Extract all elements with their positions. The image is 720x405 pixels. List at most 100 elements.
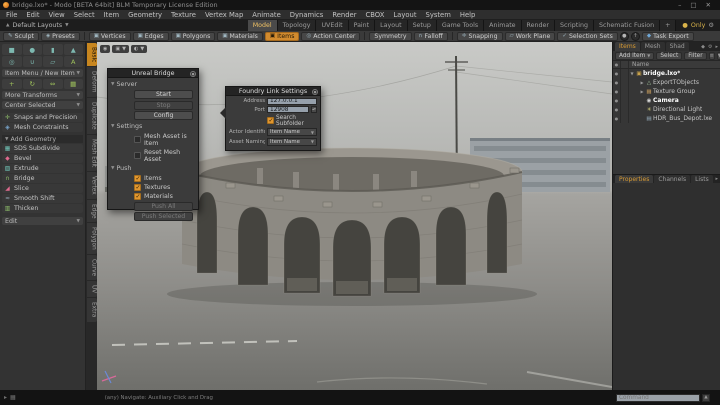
plane-tool-icon[interactable]: ▱ [43,56,63,67]
list-options-button[interactable]: ≡ [709,52,715,60]
config-button[interactable]: Config [134,111,193,120]
transform-tool-icon[interactable]: ▦ [64,79,84,89]
menu-animate[interactable]: Animate [252,11,280,19]
tab-add-layout[interactable]: + [660,20,676,31]
start-button[interactable]: Start [134,90,193,99]
tree-row-texture-group[interactable]: ● ▶ ▦ Texture Group [613,87,720,96]
toolbox-tab-edge[interactable]: Edge [87,200,97,223]
snaps-precision-button[interactable]: ✛ Snaps and Precision [2,113,83,122]
reset-mesh-asset-row[interactable]: Reset Mesh Asset [134,149,194,163]
settings-section-header[interactable]: ▼ Settings [108,120,198,131]
3d-viewport[interactable]: ◉ ▣▼ ◐▼ Unreal Bridge ● ▼ Server Start S… [97,42,612,390]
tool-bevel[interactable]: ◆Bevel [2,154,83,163]
search-subfolder-checkbox[interactable] [267,117,274,124]
snapping-button[interactable]: ✛Snapping [457,32,503,41]
tab-schematic-fusion[interactable]: Schematic Fusion [594,20,660,31]
push-section-header[interactable]: ▼ Push [108,163,198,174]
toolbox-tab-polygon[interactable]: Polygon [87,223,97,254]
chevron-right-icon[interactable]: ▸ [715,176,718,182]
more-transforms-dropdown[interactable]: More Transforms ▼ [2,91,83,99]
toolbox-tab-deform[interactable]: Deform [87,67,97,97]
step-up-button[interactable]: ↑ [631,32,640,41]
tab-layout[interactable]: Layout [375,20,407,31]
gear-icon[interactable]: ⚙ [708,22,714,29]
panel-close-icon[interactable]: ● [312,89,318,95]
menu-select[interactable]: Select [74,11,95,19]
push-materials-row[interactable]: Materials [134,193,194,200]
toolbox-tab-mesh-edit[interactable]: Mesh Edit [87,135,97,171]
pin-icon[interactable]: ◆ [701,44,705,50]
toolbox-tab-curve[interactable]: Curve [87,255,97,280]
center-selected-dropdown[interactable]: Center Selected ▼ [2,101,83,109]
push-items-row[interactable]: Items [134,175,194,182]
edges-mode-button[interactable]: ▣Edges [133,32,169,41]
menu-view[interactable]: View [49,11,65,19]
foundry-link-titlebar[interactable]: Foundry Link Settings ● [226,87,320,96]
menu-system[interactable]: System [426,11,451,19]
address-input[interactable] [267,98,317,105]
tree-row-camera[interactable]: ● ◉ Camera [613,96,720,105]
work-plane-button[interactable]: ▱Work Plane [505,32,556,41]
command-input[interactable] [616,394,700,402]
menu-dynamics[interactable]: Dynamics [290,11,324,19]
menu-render[interactable]: Render [332,11,356,19]
cone-tool-icon[interactable]: ▲ [64,44,84,55]
panel-close-icon[interactable]: ● [190,71,196,77]
command-history-button[interactable]: ▲ [702,394,710,402]
menu-edit[interactable]: Edit [26,11,39,19]
text-tool-icon[interactable]: A [64,56,84,67]
torus-tool-icon[interactable]: ◎ [2,56,22,67]
only-toggle[interactable]: Only [691,22,705,29]
tab-game-tools[interactable]: Game Tools [437,20,484,31]
menu-vertex-map[interactable]: Vertex Map [205,11,243,19]
viewport-camera-dropdown[interactable]: ▣▼ [112,45,129,53]
menu-cbox[interactable]: CBOX [366,11,385,19]
edit-dropdown[interactable]: Edit ▼ [2,217,83,225]
add-item-button[interactable]: Add Item▼ [615,52,654,60]
materials-mode-button[interactable]: ▣Materials [217,32,263,41]
tool-slice[interactable]: ◢Slice [2,184,83,193]
name-column-header[interactable]: Name [629,62,649,68]
toolbox-tab-duplicate[interactable]: Duplicate [87,98,97,134]
menu-geometry[interactable]: Geometry [128,11,162,19]
action-center-button[interactable]: ◎Action Center [301,32,360,41]
menu-help[interactable]: Help [460,11,476,19]
eye-icon[interactable]: ● [613,105,621,114]
menu-texture[interactable]: Texture [171,11,196,19]
port-input[interactable] [267,106,309,113]
viewport-visibility-toggle[interactable]: ◉ [100,45,110,53]
mesh-asset-is-item-checkbox[interactable] [134,136,141,143]
tree-row-scene[interactable]: ● ▼ ▣ bridge.lxo* [613,69,720,78]
polygons-mode-button[interactable]: ▣Polygons [171,32,216,41]
chevron-right-icon[interactable]: ▸ [715,44,718,50]
layout-switcher[interactable]: ▲ Default Layouts ▼ [0,22,75,29]
tool-bridge[interactable]: ∩Bridge [2,174,83,183]
actor-identification-dropdown[interactable]: Item Name ▼ [267,128,317,136]
move-tool-icon[interactable]: + [2,79,22,89]
eye-icon[interactable]: ● [613,114,621,123]
tree-row-exportobjects[interactable]: ● ▶ △ ExportTObjects [613,78,720,87]
tab-topology[interactable]: Topology [278,20,317,31]
unreal-bridge-titlebar[interactable]: Unreal Bridge ● [108,69,198,78]
cylinder-tool-icon[interactable]: ▮ [43,44,63,55]
menu-item[interactable]: Item [104,11,119,19]
minimize-button[interactable]: – [678,1,681,9]
toolbox-tab-vertex[interactable]: Vertex [87,172,97,199]
push-textures-row[interactable]: Textures [134,184,194,191]
push-items-checkbox[interactable] [134,175,141,182]
symmetry-button[interactable]: Symmetry [369,32,411,41]
server-section-header[interactable]: ▼ Server [108,78,198,89]
curve-tool-icon[interactable]: ∪ [23,56,43,67]
tab-shading[interactable]: Shad [666,42,689,51]
cube-tool-icon[interactable]: ■ [2,44,22,55]
record-macro-button[interactable]: ● [620,32,629,41]
tool-thicken[interactable]: ▥Thicken [2,204,83,213]
select-button[interactable]: Select [656,52,682,60]
items-mode-button[interactable]: ▣Items [265,32,300,41]
push-all-button[interactable]: Push All [134,202,193,211]
item-menu-dropdown[interactable]: Item Menu / New Item ▼ [2,69,83,77]
viewport-shading-dropdown[interactable]: ◐▼ [131,45,147,53]
port-stepper[interactable]: ▴▾ [311,106,317,113]
tab-items[interactable]: Items [615,42,640,51]
tool-extrude[interactable]: ▧Extrude [2,164,83,173]
